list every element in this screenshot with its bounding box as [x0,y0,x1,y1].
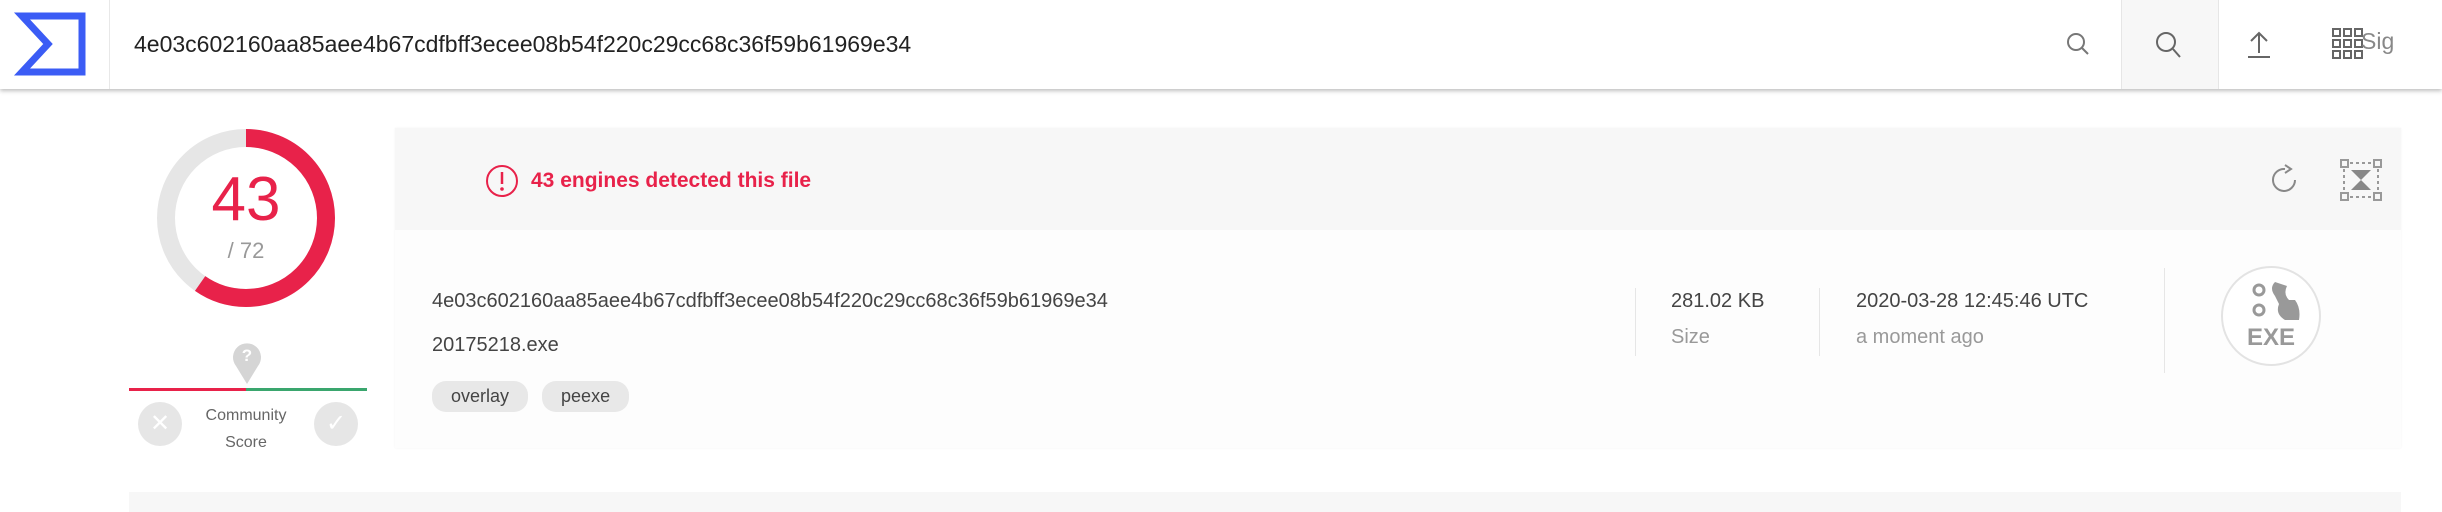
top-bar: Sig [0,0,2442,89]
reanalyze-icon[interactable] [2267,162,2303,203]
detection-alert: 43 engines detected this file [485,164,811,198]
detection-header: 43 engines detected this file [395,128,2401,230]
file-hash[interactable]: 4e03c602160aa85aee4b67cdfbff3ecee08b54f2… [432,290,1108,313]
community-bar-negative [129,388,246,391]
next-section [129,492,2401,512]
tag-list: overlay peexe [432,381,643,412]
search-icon[interactable] [2146,22,2190,66]
divider [1635,288,1636,356]
divider [1819,288,1820,356]
divider [2164,268,2165,373]
community-score-label: Community Score [186,402,306,456]
community-score-pin: ? [232,342,262,384]
alert-icon [486,165,518,197]
file-size-label: Size [1671,326,1710,348]
sign-in-link[interactable]: Sig [2361,28,2394,55]
filetype-label: EXE [2246,324,2296,351]
graph-view-icon[interactable] [2339,158,2383,207]
search-input[interactable] [134,26,1934,62]
community-bar-positive [246,388,367,391]
virustotal-logo[interactable] [0,0,110,89]
upvote-icon[interactable]: ✓ [314,402,358,446]
tag[interactable]: overlay [432,381,529,412]
engine-total: / 72 [227,238,265,263]
detection-score-gauge: 43 / 72 [156,128,336,308]
exe-filetype-icon: EXE [2221,266,2321,366]
analysis-relative-time: a moment ago [1856,326,1984,348]
tag[interactable]: peexe [542,381,630,412]
file-size-value: 281.02 KB [1671,290,1765,312]
search-icon[interactable] [2056,22,2100,66]
community-label-line1: Community [205,407,287,424]
detection-alert-text: 43 engines detected this file [531,169,812,192]
detection-count: 43 [211,165,281,234]
analysis-date: 2020-03-28 12:45:46 UTC [1856,290,2089,312]
question-icon: ? [241,346,253,365]
community-label-line2: Score [225,434,267,451]
file-summary-card: 43 engines detected this file 4e03c60216… [395,128,2401,448]
file-name: 20175218.exe [432,334,559,356]
downvote-icon[interactable]: ✕ [138,402,182,446]
upload-icon[interactable] [2237,22,2281,66]
